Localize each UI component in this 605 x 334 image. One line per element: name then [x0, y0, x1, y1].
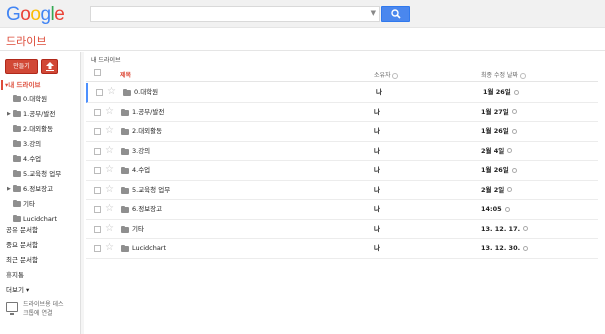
sidebar-item-my-drive[interactable]: ▾내 드라이브	[1, 80, 40, 90]
star-icon[interactable]: ☆	[105, 125, 114, 137]
search-icon	[391, 9, 401, 19]
clock-icon	[504, 206, 510, 212]
search-input[interactable]: ▼	[90, 6, 380, 22]
table-row[interactable]: ☆ 4.수업 나 1월 26일	[86, 161, 605, 181]
clock-icon	[507, 148, 513, 153]
star-icon[interactable]: ☆	[105, 164, 114, 176]
sidebar-links: 공유 문서함 중요 문서함 최근 문서함 휴지통 더보기 ▾	[6, 223, 38, 298]
folder-icon	[121, 167, 129, 174]
folder-icon	[13, 110, 21, 117]
sidebar-item-shared[interactable]: 공유 문서함	[6, 223, 38, 238]
star-icon[interactable]: ☆	[105, 223, 114, 235]
row-checkbox[interactable]	[94, 167, 101, 174]
breadcrumb: 내 드라이브	[91, 57, 121, 64]
folder-icon	[13, 215, 21, 222]
desktop-connect-link[interactable]: 드라이브용 데스 크톱에 연결	[6, 300, 78, 322]
row-checkbox[interactable]	[94, 245, 101, 252]
tree-item[interactable]: 4.수업	[0, 152, 80, 167]
column-modified[interactable]: 최종 수정 날짜	[481, 70, 526, 79]
folder-icon	[13, 125, 21, 132]
folder-icon	[121, 225, 129, 233]
table-row[interactable]: ☆ 6.정보장고 나 14:05	[86, 200, 605, 220]
column-owner[interactable]: 소유자	[374, 70, 399, 79]
tree-item[interactable]: ▶ 6.정보장고	[0, 182, 80, 197]
star-icon[interactable]: ☆	[105, 145, 114, 157]
upload-icon	[46, 62, 54, 71]
row-checkbox[interactable]	[96, 89, 103, 96]
row-checkbox[interactable]	[94, 225, 101, 233]
sidebar-item-more[interactable]: 더보기 ▾	[6, 283, 38, 298]
clock-icon	[523, 226, 529, 231]
monitor-icon	[6, 302, 18, 315]
file-list: 내 드라이브 제목 소유자 최종 수정 날짜 ☆ 0.대학원 나 1월 26일 ☆…	[86, 52, 605, 334]
expand-arrow-icon[interactable]: ▶	[7, 182, 11, 197]
tree-item[interactable]: 3.강의	[0, 137, 80, 152]
google-logo[interactable]: Google	[6, 4, 65, 26]
row-checkbox[interactable]	[94, 108, 101, 116]
top-bar: Google ▼	[0, 0, 605, 28]
folder-icon	[121, 128, 129, 135]
row-checkbox[interactable]	[94, 147, 101, 155]
table-row[interactable]: ☆ 0.대학원 나 1월 26일	[86, 83, 605, 103]
row-checkbox[interactable]	[94, 128, 101, 135]
search-button[interactable]	[381, 6, 410, 22]
tree-item[interactable]: 5.교육청 업무	[0, 167, 80, 182]
sidebar-item-recent[interactable]: 최근 문서함	[6, 253, 38, 268]
clock-icon	[507, 187, 513, 192]
folder-icon	[13, 200, 21, 207]
folder-icon	[121, 147, 129, 155]
sidebar: 만들기 ▾내 드라이브 0.대학원 ▶ 1.공부/발전 2.대외활동 3.강의 4…	[0, 52, 80, 334]
clock-icon	[511, 109, 517, 114]
folder-icon	[121, 186, 129, 194]
folder-icon	[13, 140, 21, 147]
star-icon[interactable]: ☆	[105, 203, 114, 215]
clock-icon	[513, 89, 519, 95]
table-row[interactable]: ☆ 5.교육청 업무 나 2월 2일	[86, 181, 605, 200]
table-row[interactable]: ☆ 기타 나 13. 12. 17.	[86, 220, 605, 239]
clock-icon	[511, 167, 517, 173]
folder-icon	[13, 185, 21, 192]
sidebar-item-starred[interactable]: 중요 문서함	[6, 238, 38, 253]
folder-icon	[13, 155, 21, 162]
expand-arrow-icon[interactable]: ▶	[7, 107, 11, 122]
table-row[interactable]: ☆ Lucidchart 나 13. 12. 30.	[86, 239, 605, 259]
star-icon[interactable]: ☆	[107, 86, 116, 98]
app-bar: 드라이브	[0, 29, 605, 51]
table-row[interactable]: ☆ 3.강의 나 2월 4일	[86, 142, 605, 161]
sort-menu-icon[interactable]	[392, 72, 399, 79]
row-checkbox[interactable]	[94, 186, 101, 194]
table-row[interactable]: ☆ 1.공부/발전 나 1월 27일	[86, 103, 605, 122]
folder-icon	[13, 95, 21, 102]
folder-icon	[121, 245, 129, 252]
star-icon[interactable]: ☆	[105, 106, 114, 118]
star-icon[interactable]: ☆	[105, 242, 114, 254]
scrollbar[interactable]	[598, 52, 605, 334]
folder-tree: 0.대학원 ▶ 1.공부/발전 2.대외활동 3.강의 4.수업 5.교육청 업무…	[0, 92, 80, 227]
tree-item[interactable]: 기타	[0, 197, 80, 212]
sidebar-resize-handle[interactable]	[80, 52, 84, 334]
tree-item[interactable]: 2.대외활동	[0, 122, 80, 137]
desktop-connect-label: 드라이브용 데스 크톱에 연결	[23, 301, 64, 317]
folder-icon	[123, 89, 131, 96]
folder-icon	[13, 170, 21, 177]
upload-button[interactable]	[41, 59, 58, 74]
clock-icon	[511, 128, 517, 134]
sort-menu-icon[interactable]	[519, 72, 526, 79]
new-button[interactable]: 만들기	[5, 59, 38, 74]
star-icon[interactable]: ☆	[105, 184, 114, 196]
search-options-icon[interactable]: ▼	[371, 9, 376, 17]
clock-icon	[523, 245, 529, 251]
row-checkbox[interactable]	[94, 206, 101, 213]
tree-item[interactable]: ▶ 1.공부/발전	[0, 107, 80, 122]
folder-icon	[121, 108, 129, 116]
sidebar-item-trash[interactable]: 휴지통	[6, 268, 38, 283]
table-row[interactable]: ☆ 2.대외활동 나 1월 26일	[86, 122, 605, 142]
tree-item[interactable]: 0.대학원	[0, 92, 80, 107]
select-all-checkbox[interactable]	[94, 69, 101, 76]
column-title[interactable]: 제목	[120, 70, 131, 79]
folder-icon	[121, 206, 129, 213]
list-header: 제목 소유자 최종 수정 날짜	[86, 65, 605, 82]
app-title: 드라이브	[6, 35, 47, 48]
